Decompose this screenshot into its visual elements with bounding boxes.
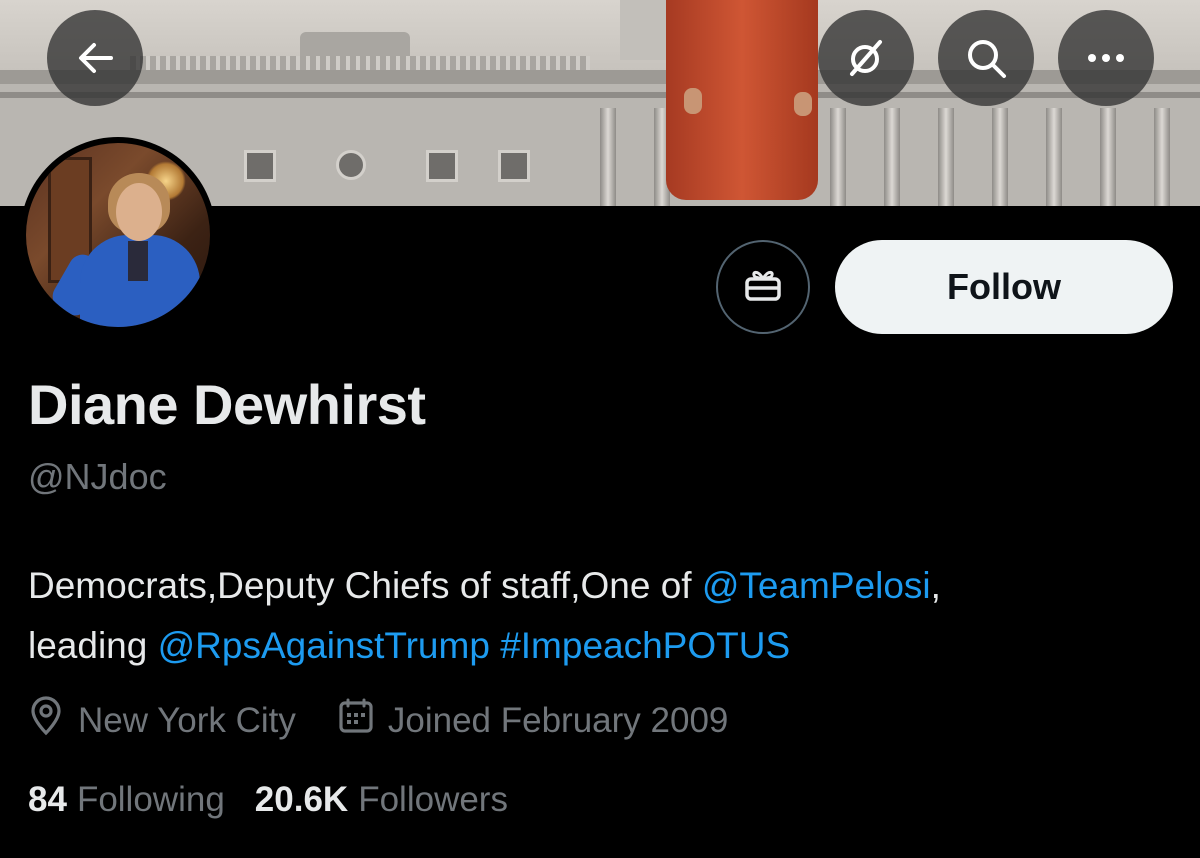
avatar-photo: [26, 143, 210, 327]
location-item: New York City: [28, 696, 296, 745]
bio-text: ,: [930, 565, 941, 606]
banner-column: [1100, 108, 1116, 206]
banner-person: [666, 0, 818, 206]
banner-person-hand: [684, 88, 702, 114]
followers-label: Followers: [358, 780, 508, 819]
banner-column: [938, 108, 954, 206]
banner-window: [426, 150, 458, 182]
follow-button[interactable]: Follow: [835, 240, 1173, 334]
gift-button[interactable]: [716, 240, 810, 334]
followers-count: 20.6K: [254, 780, 349, 819]
profile-name: Diane Dewhirst: [28, 373, 426, 436]
avatar[interactable]: [20, 137, 216, 333]
grok-button[interactable]: [818, 10, 914, 106]
banner-column: [830, 108, 846, 206]
banner-round-window: [336, 150, 366, 180]
back-button[interactable]: [47, 10, 143, 106]
search-button[interactable]: [938, 10, 1034, 106]
profile-meta: New York City Joined February 2009: [28, 696, 770, 745]
location-text: New York City: [78, 700, 296, 740]
avatar-photo-face: [116, 183, 162, 241]
bio-text: Democrats,Deputy Chiefs of staff,One of: [28, 565, 702, 606]
more-button[interactable]: [1058, 10, 1154, 106]
location-pin-icon: [28, 696, 78, 745]
bio-text: [490, 625, 500, 666]
banner-column: [884, 108, 900, 206]
profile-handle: @NJdoc: [28, 456, 167, 497]
gift-icon: [741, 263, 785, 312]
joined-item: Joined February 2009: [338, 698, 729, 743]
followers-stat[interactable]: 20.6K Followers: [255, 780, 508, 820]
following-label: Following: [76, 780, 225, 819]
following-count: 84: [28, 780, 67, 819]
joined-text: Joined February 2009: [387, 700, 729, 740]
more-horizontal-icon: [1086, 52, 1126, 64]
mention-link[interactable]: @RpsAgainstTrump: [158, 625, 490, 666]
grok-icon: [844, 36, 888, 80]
arrow-left-icon: [75, 38, 115, 78]
banner-column: [992, 108, 1008, 206]
bio-text: leading: [28, 625, 158, 666]
profile-stats: 84 Following 20.6K Followers: [28, 780, 538, 820]
mention-link[interactable]: @TeamPelosi: [702, 565, 931, 606]
following-stat[interactable]: 84 Following: [28, 780, 225, 820]
banner-window: [498, 150, 530, 182]
search-icon: [964, 36, 1008, 80]
calendar-icon: [338, 698, 388, 743]
hashtag-link[interactable]: #ImpeachPOTUS: [500, 625, 790, 666]
banner-column: [600, 108, 616, 206]
avatar-photo-scarf: [128, 241, 148, 281]
banner-column: [1154, 108, 1170, 206]
banner-cornice-lower: [0, 92, 1200, 98]
profile-bio: Democrats,Deputy Chiefs of staff,One of …: [28, 556, 1178, 676]
banner-window: [244, 150, 276, 182]
banner-person-hand: [794, 92, 812, 116]
banner-column: [1046, 108, 1062, 206]
